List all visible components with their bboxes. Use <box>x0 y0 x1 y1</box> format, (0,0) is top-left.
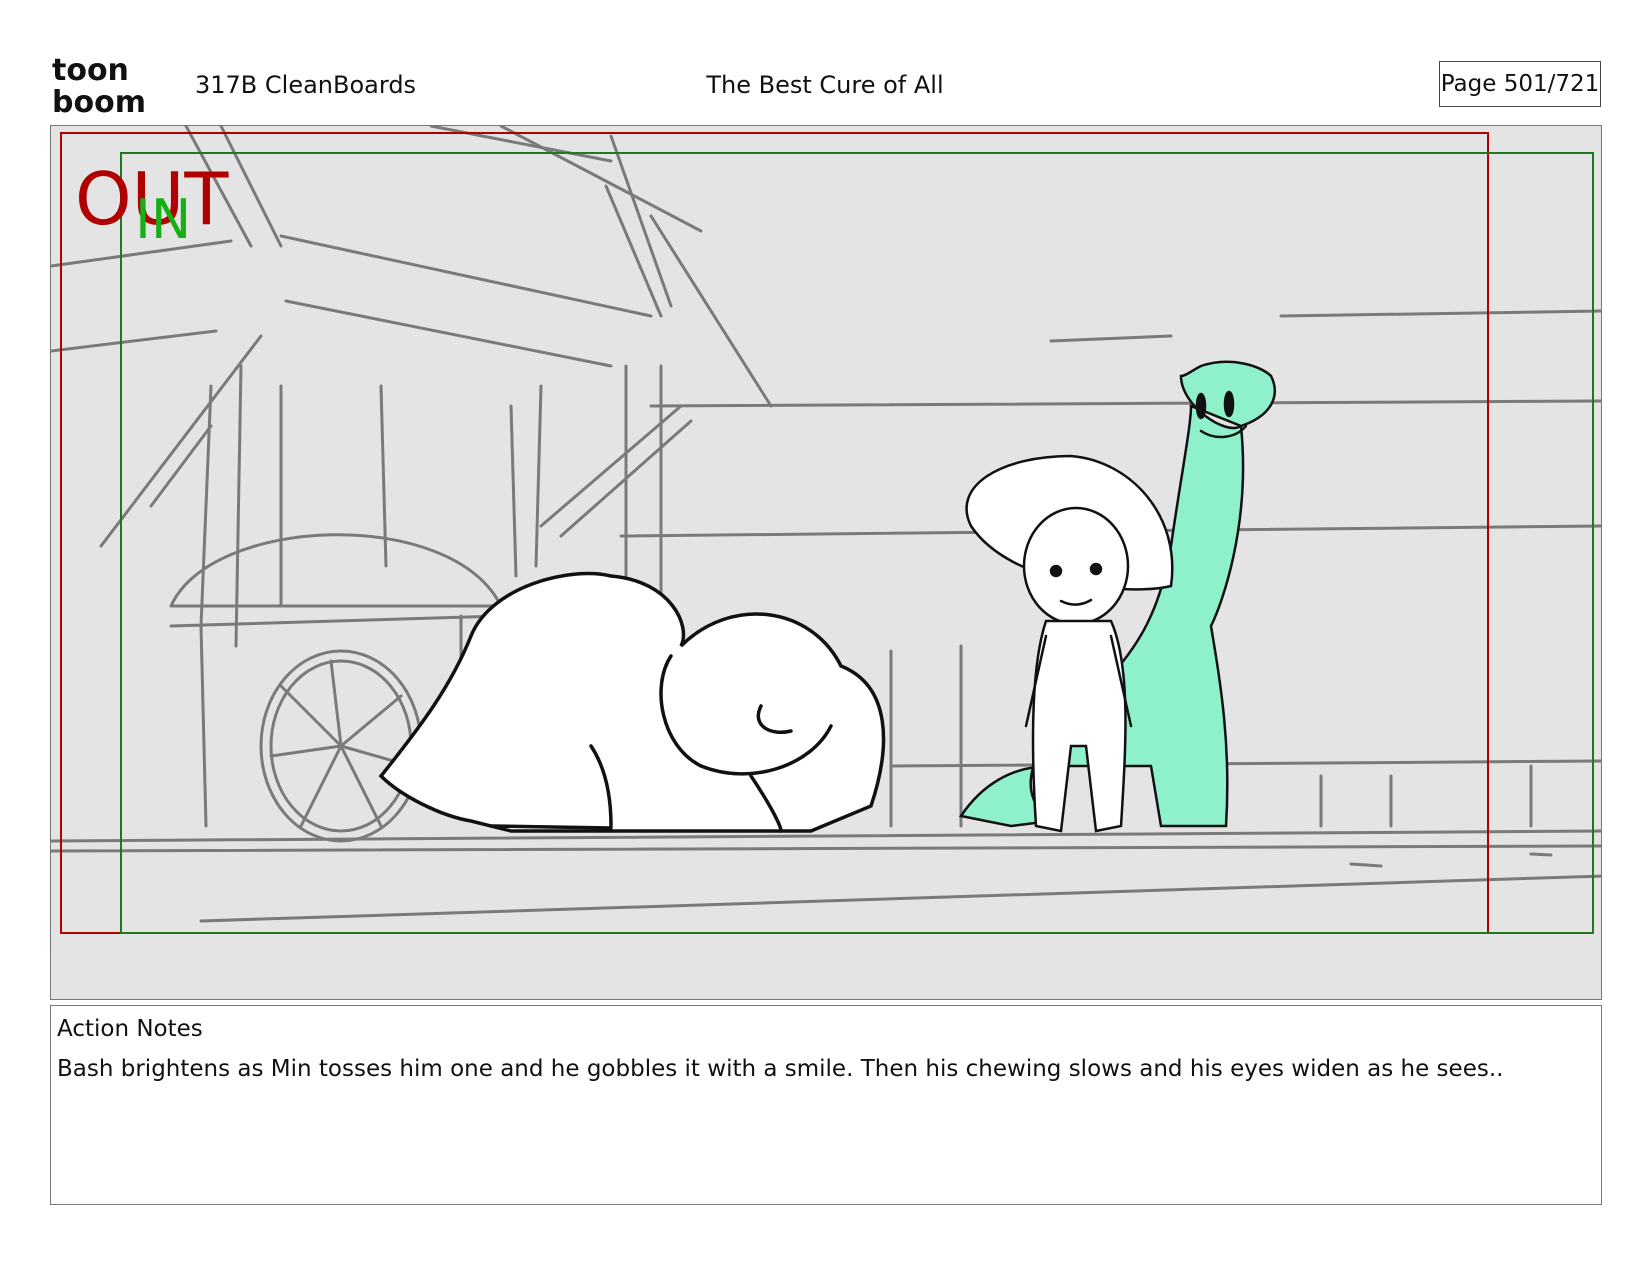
bash-creature <box>378 571 886 833</box>
in-label: IN <box>135 188 191 251</box>
page-number: Page 501/721 <box>1439 61 1601 107</box>
panel-drawing: OUT IN <box>51 126 1601 934</box>
notes-heading: Action Notes <box>57 1016 203 1042</box>
storyboard-title: The Best Cure of All <box>706 71 944 99</box>
in-frame <box>120 152 1594 934</box>
storyboard-panel: OUT IN <box>50 125 1602 1000</box>
notes-text: Bash brightens as Min tosses him one and… <box>57 1056 1504 1082</box>
action-notes: Action Notes Bash brightens as Min tosse… <box>50 1005 1602 1205</box>
